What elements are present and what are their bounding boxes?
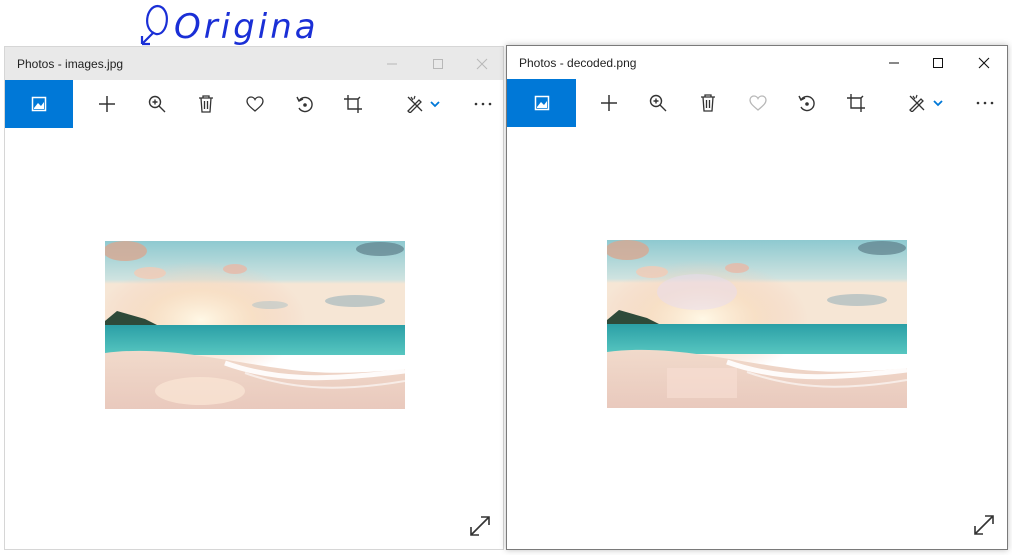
delete-button[interactable] [194, 92, 218, 116]
full-screen-button[interactable] [973, 514, 995, 536]
expand-icon [974, 515, 994, 535]
edit-create-button[interactable] [905, 91, 929, 115]
minimize-button[interactable] [871, 46, 917, 79]
title-bar[interactable]: Photos - images.jpg [5, 47, 503, 80]
expand-icon [470, 516, 490, 536]
close-button[interactable] [459, 47, 505, 80]
view-photo-icon [31, 96, 47, 112]
edit-create-icon [909, 94, 925, 112]
annotation-text: Original [174, 7, 318, 47]
crop-icon [344, 95, 362, 113]
rotate-icon [798, 95, 815, 112]
minimize-icon [387, 63, 397, 64]
crop-button[interactable] [844, 91, 868, 115]
add-button[interactable] [95, 92, 119, 116]
edit-create-icon [407, 95, 423, 113]
toolbar [5, 80, 503, 128]
window-title: Photos - decoded.png [519, 56, 637, 70]
image-viewer [507, 127, 1007, 548]
favorite-icon [749, 95, 767, 111]
view-photo-button[interactable] [507, 79, 576, 127]
minimize-icon [889, 62, 899, 63]
maximize-icon [933, 57, 943, 68]
zoom-button[interactable] [145, 92, 169, 116]
edit-dropdown-button[interactable] [928, 91, 948, 115]
full-screen-button[interactable] [469, 515, 491, 537]
crop-button[interactable] [341, 92, 365, 116]
zoom-icon [649, 94, 667, 112]
rotate-button[interactable] [795, 91, 819, 115]
image-viewer [5, 128, 503, 549]
toolbar [507, 79, 1007, 127]
maximize-icon [433, 58, 443, 69]
view-photo-icon [534, 95, 549, 111]
beach-sunset-photo[interactable] [105, 241, 405, 409]
more-button[interactable] [471, 92, 495, 116]
favorite-button [746, 91, 770, 115]
rotate-button[interactable] [293, 92, 317, 116]
beach-sunset-photo[interactable] [607, 240, 907, 408]
zoom-icon [148, 95, 166, 113]
add-button[interactable] [597, 91, 621, 115]
add-icon [601, 95, 617, 111]
maximize-button[interactable] [915, 46, 961, 79]
more-icon [976, 101, 994, 105]
window-title: Photos - images.jpg [17, 57, 124, 71]
close-icon [476, 58, 488, 69]
photos-window-decoded: Photos - decoded.png [506, 45, 1008, 550]
title-bar[interactable]: Photos - decoded.png [507, 46, 1007, 79]
chevron-down-icon [933, 100, 943, 107]
view-photo-button[interactable] [5, 80, 73, 128]
add-icon [99, 96, 115, 112]
delete-button[interactable] [696, 91, 720, 115]
photos-window-original: Photos - images.jpg [4, 46, 504, 550]
delete-icon [701, 94, 715, 112]
rotate-icon [296, 96, 313, 113]
more-icon [474, 102, 492, 106]
close-icon [978, 57, 990, 68]
delete-icon [199, 95, 213, 113]
minimize-button[interactable] [369, 47, 415, 80]
edit-create-button[interactable] [403, 92, 427, 116]
edit-dropdown-button[interactable] [425, 92, 445, 116]
chevron-down-icon [430, 101, 440, 108]
more-button[interactable] [973, 91, 997, 115]
maximize-button[interactable] [415, 47, 461, 80]
favorite-button[interactable] [243, 92, 267, 116]
close-button[interactable] [961, 46, 1007, 79]
zoom-button[interactable] [646, 91, 670, 115]
favorite-icon [246, 96, 264, 112]
crop-icon [847, 94, 865, 112]
